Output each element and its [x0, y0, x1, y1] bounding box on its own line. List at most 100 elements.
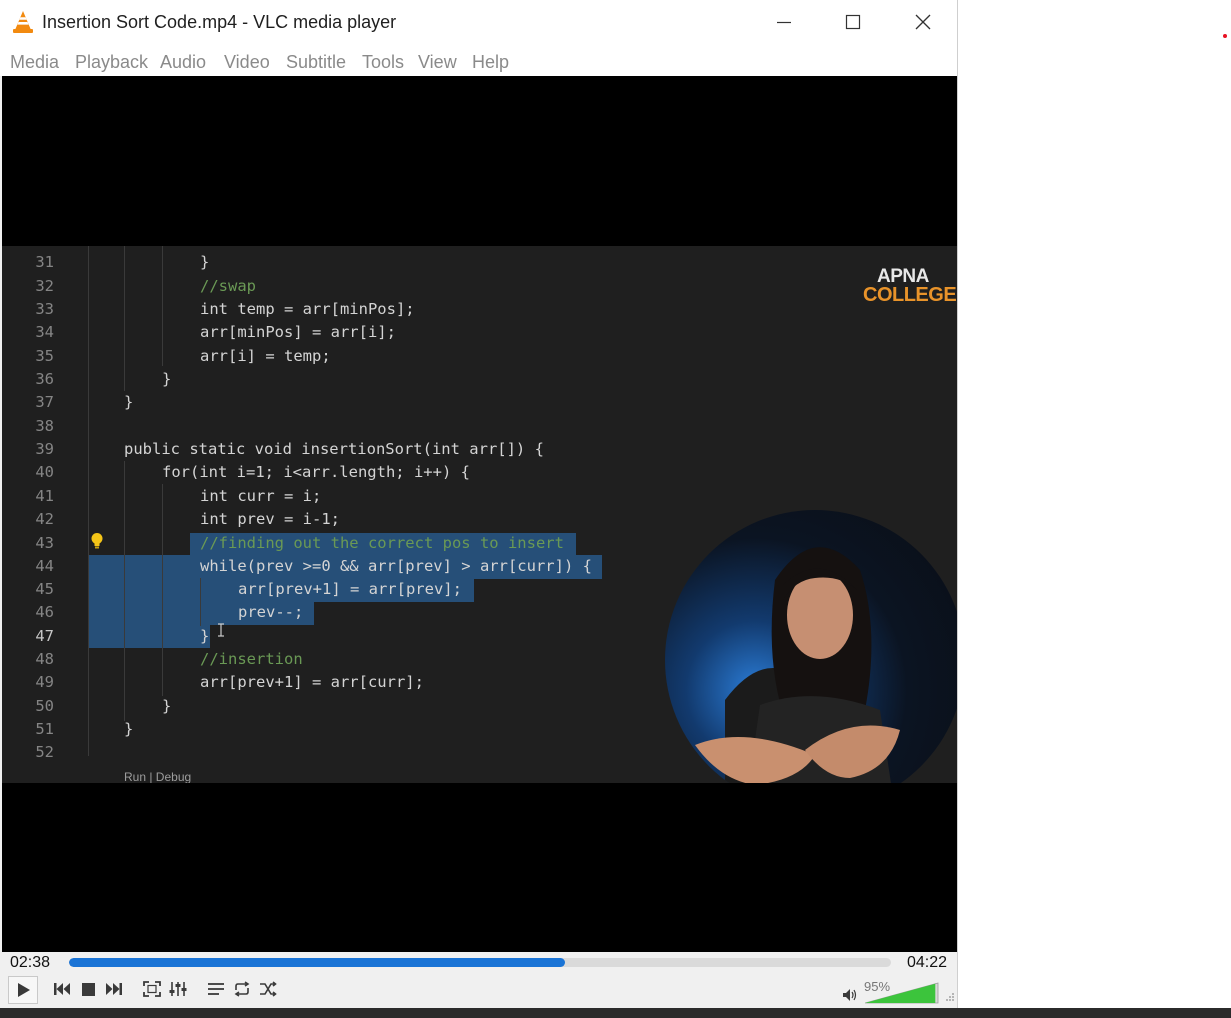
code-line: }: [162, 370, 172, 388]
play-icon: [18, 983, 30, 997]
line-number: 35: [35, 347, 54, 365]
selection-line-47: [88, 625, 210, 648]
code-line: }: [200, 627, 210, 645]
code-line: }: [200, 253, 210, 271]
code-line: arr[prev+1] = arr[curr];: [200, 673, 424, 691]
line-number: 41: [35, 487, 54, 505]
taskbar-edge: [0, 1008, 1231, 1018]
close-icon: [915, 14, 931, 30]
play-button[interactable]: [8, 976, 38, 1004]
loop-icon: [234, 981, 250, 997]
speaker-icon[interactable]: [842, 988, 858, 1002]
code-line: //finding out the correct pos to insert: [200, 534, 564, 552]
code-line: while(prev >=0 && arr[prev] > arr[curr])…: [200, 557, 592, 575]
menu-help[interactable]: Help: [472, 52, 509, 73]
close-button[interactable]: [900, 0, 946, 44]
elapsed-time: 02:38: [10, 954, 51, 971]
notification-dot: [1223, 34, 1227, 38]
line-number: 32: [35, 277, 54, 295]
line-number: 52: [35, 743, 54, 761]
vlc-cone-icon: [13, 11, 33, 33]
total-time[interactable]: 04:22: [907, 954, 947, 972]
code-line: arr[i] = temp;: [200, 347, 331, 365]
line-number: 40: [35, 463, 54, 481]
title-bar[interactable]: Insertion Sort Code.mp4 - VLC media play…: [0, 0, 957, 44]
line-number: 51: [35, 720, 54, 738]
line-number: 33: [35, 300, 54, 318]
lightbulb-icon: [91, 533, 103, 549]
next-icon: [106, 983, 122, 995]
shuffle-button[interactable]: [256, 978, 280, 1000]
stop-icon: [81, 982, 95, 996]
line-number: 42: [35, 510, 54, 528]
code-line: //swap: [200, 277, 256, 295]
playlist-button[interactable]: [204, 978, 228, 1000]
line-number: 31: [35, 253, 54, 271]
video-frame: 31 32 33 34 35 36 37 38 39 40 41 42 43 4…: [2, 246, 957, 783]
previous-icon: [54, 983, 70, 995]
extended-settings-button[interactable]: [166, 978, 190, 1000]
loop-button[interactable]: [230, 978, 254, 1000]
text-cursor-icon: [218, 623, 224, 637]
menu-tools[interactable]: Tools: [362, 52, 404, 73]
line-number: 39: [35, 440, 54, 458]
video-display[interactable]: 31 32 33 34 35 36 37 38 39 40 41 42 43 4…: [2, 76, 957, 952]
code-line: }: [124, 720, 134, 738]
menu-video[interactable]: Video: [224, 52, 270, 73]
indent-guide: [124, 246, 125, 391]
menu-subtitle[interactable]: Subtitle: [286, 52, 346, 73]
playlist-icon: [208, 983, 224, 995]
line-number: 34: [35, 323, 54, 341]
line-number: 47: [35, 627, 54, 645]
code-line: int prev = i-1;: [200, 510, 340, 528]
line-number: 37: [35, 393, 54, 411]
seek-bar-progress: [69, 958, 565, 967]
line-number: 38: [35, 417, 54, 435]
code-line: prev--;: [238, 603, 304, 621]
minimize-button[interactable]: [761, 0, 807, 44]
code-line: public static void insertionSort(int arr…: [124, 440, 544, 458]
volume-slider[interactable]: [865, 982, 939, 1004]
maximize-icon: [845, 14, 861, 30]
vlc-window: Insertion Sort Code.mp4 - VLC media play…: [0, 0, 958, 1008]
next-button[interactable]: [102, 978, 126, 1000]
code-line: arr[minPos] = arr[i];: [200, 323, 396, 341]
menu-audio[interactable]: Audio: [160, 52, 206, 73]
minimize-icon: [777, 21, 791, 24]
maximize-button[interactable]: [830, 0, 876, 44]
menu-media[interactable]: Media: [10, 52, 59, 73]
line-number: 44: [35, 557, 54, 575]
channel-logo: APNA COLLEGE: [857, 266, 957, 310]
window-title: Insertion Sort Code.mp4 - VLC media play…: [42, 12, 397, 32]
line-number: 36: [35, 370, 54, 388]
fullscreen-icon: [143, 981, 161, 997]
line-number: 43: [35, 534, 54, 552]
indent-guide: [200, 578, 201, 626]
menu-playback[interactable]: Playback: [75, 52, 148, 73]
line-number: 49: [35, 673, 54, 691]
codelens-run-debug: Run | Debug: [124, 770, 192, 783]
extended-settings-icon: [169, 982, 187, 996]
resize-grip-icon[interactable]: [945, 992, 955, 1002]
code-line: }: [162, 697, 172, 715]
code-line: int temp = arr[minPos];: [200, 300, 415, 318]
code-line: for(int i=1; i<arr.length; i++) {: [162, 463, 470, 481]
code-line: }: [124, 393, 134, 411]
stop-button[interactable]: [76, 978, 100, 1000]
indent-guide: [162, 484, 163, 696]
code-line: //insertion: [200, 650, 303, 668]
line-number: 46: [35, 603, 54, 621]
menu-bar: Media Playback Audio Video Subtitle Tool…: [0, 44, 957, 76]
indent-guide: [124, 461, 125, 721]
indent-guide: [162, 246, 163, 366]
code-line: arr[prev+1] = arr[prev];: [238, 580, 462, 598]
seek-bar[interactable]: [69, 958, 891, 967]
fullscreen-button[interactable]: [140, 978, 164, 1000]
line-number: 48: [35, 650, 54, 668]
indent-guide: [88, 246, 89, 756]
logo-line2: COLLEGE: [863, 284, 957, 306]
menu-view[interactable]: View: [418, 52, 457, 73]
code-line: int curr = i;: [200, 487, 322, 505]
line-number: 50: [35, 697, 54, 715]
previous-button[interactable]: [50, 978, 74, 1000]
